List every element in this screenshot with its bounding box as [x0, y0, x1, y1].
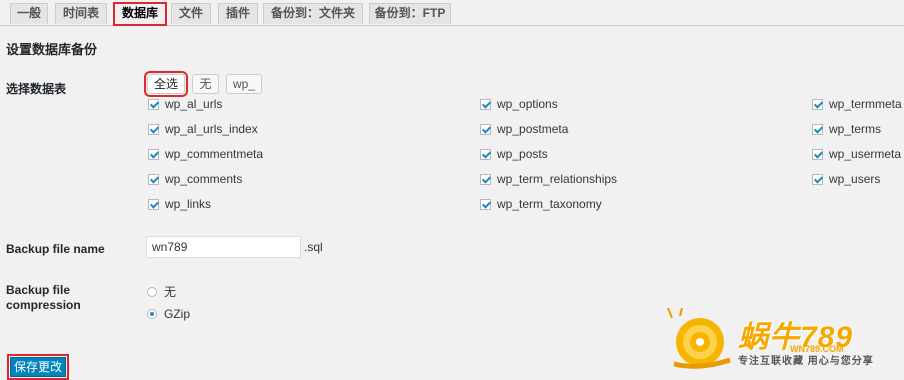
checkbox[interactable]	[148, 198, 159, 210]
checkbox[interactable]	[480, 198, 491, 210]
table-checkbox-row[interactable]: wp_usermeta	[812, 146, 901, 162]
radio-label: GZip	[164, 307, 191, 321]
table-checkbox-row[interactable]: wp_term_taxonomy	[480, 196, 602, 212]
section-title: 设置数据库备份	[6, 42, 98, 57]
table-checkbox-row[interactable]: wp_links	[148, 196, 211, 212]
compression-option-gzip[interactable]: GZip	[147, 307, 190, 321]
checkbox[interactable]	[812, 148, 823, 160]
tab-database[interactable]: 数据库	[113, 2, 167, 26]
table-name: wp_termmeta	[829, 97, 902, 111]
tab-bar: 一般 时间表 数据库 文件 插件 备份到：文件夹 备份到：FTP	[0, 0, 904, 26]
tab-backup-folder[interactable]: 备份到：文件夹	[263, 3, 363, 24]
backup-file-name-input[interactable]: wn789	[146, 236, 301, 258]
table-name: wp_comments	[165, 172, 243, 186]
table-checkbox-row[interactable]: wp_termmeta	[812, 96, 902, 112]
radio-label: 无	[164, 285, 177, 299]
select-none-button[interactable]: 无	[192, 74, 219, 94]
table-name: wp_postmeta	[497, 122, 569, 136]
checkbox[interactable]	[480, 123, 491, 135]
watermark-slogan: 专注互联收藏 用心与您分享	[738, 356, 874, 367]
radio-button[interactable]	[147, 309, 157, 319]
radio-button[interactable]	[147, 286, 157, 297]
save-changes-button[interactable]: 保存更改	[7, 354, 69, 380]
backup-file-name-label: Backup file name	[6, 242, 105, 256]
checkbox[interactable]	[480, 98, 491, 110]
checkbox[interactable]	[480, 173, 491, 185]
checkbox[interactable]	[812, 98, 823, 110]
select-tables-label: 选择数据表	[6, 82, 67, 96]
table-name: wp_options	[497, 97, 558, 111]
tab-backup-ftp[interactable]: 备份到：FTP	[369, 3, 451, 24]
table-checkbox-row[interactable]: wp_commentmeta	[148, 146, 263, 162]
table-checkbox-row[interactable]: wp_term_relationships	[480, 171, 617, 187]
table-name: wp_term_relationships	[497, 172, 618, 186]
table-name: wp_users	[829, 172, 881, 186]
table-checkbox-row[interactable]: wp_al_urls	[148, 96, 222, 112]
tab-plugins[interactable]: 插件	[218, 3, 258, 24]
compression-label-line2: compression	[6, 298, 81, 312]
checkbox[interactable]	[812, 173, 823, 185]
table-checkbox-row[interactable]: wp_terms	[812, 121, 881, 137]
table-checkbox-row[interactable]: wp_users	[812, 171, 880, 187]
tab-schedule[interactable]: 时间表	[55, 3, 107, 24]
compression-label-line1: Backup file	[6, 283, 71, 297]
checkbox[interactable]	[148, 148, 159, 160]
tab-files[interactable]: 文件	[171, 3, 211, 24]
table-name: wp_al_urls_index	[165, 122, 258, 136]
checkbox[interactable]	[480, 148, 491, 160]
table-checkbox-row[interactable]: wp_al_urls_index	[148, 121, 258, 137]
table-checkbox-row[interactable]: wp_posts	[480, 146, 548, 162]
checkbox[interactable]	[148, 123, 159, 135]
table-checkbox-row[interactable]: wp_options	[480, 96, 558, 112]
tab-general[interactable]: 一般	[10, 3, 48, 24]
table-checkbox-row[interactable]: wp_comments	[148, 171, 242, 187]
checkbox[interactable]	[148, 173, 159, 185]
table-name: wp_usermeta	[829, 147, 902, 161]
table-checkbox-row[interactable]: wp_postmeta	[480, 121, 568, 137]
select-wp-prefix-button[interactable]: wp_	[226, 74, 262, 94]
table-name: wp_term_taxonomy	[497, 197, 602, 211]
compression-option-none[interactable]: 无	[147, 283, 176, 300]
table-name: wp_commentmeta	[165, 147, 264, 161]
select-all-button[interactable]: 全选	[144, 71, 188, 97]
file-extension: .sql	[304, 240, 323, 254]
table-name: wp_posts	[497, 147, 548, 161]
checkbox[interactable]	[148, 98, 159, 110]
table-name: wp_links	[165, 197, 212, 211]
table-name: wp_terms	[829, 122, 882, 136]
table-name: wp_al_urls	[165, 97, 223, 111]
checkbox[interactable]	[812, 123, 823, 135]
